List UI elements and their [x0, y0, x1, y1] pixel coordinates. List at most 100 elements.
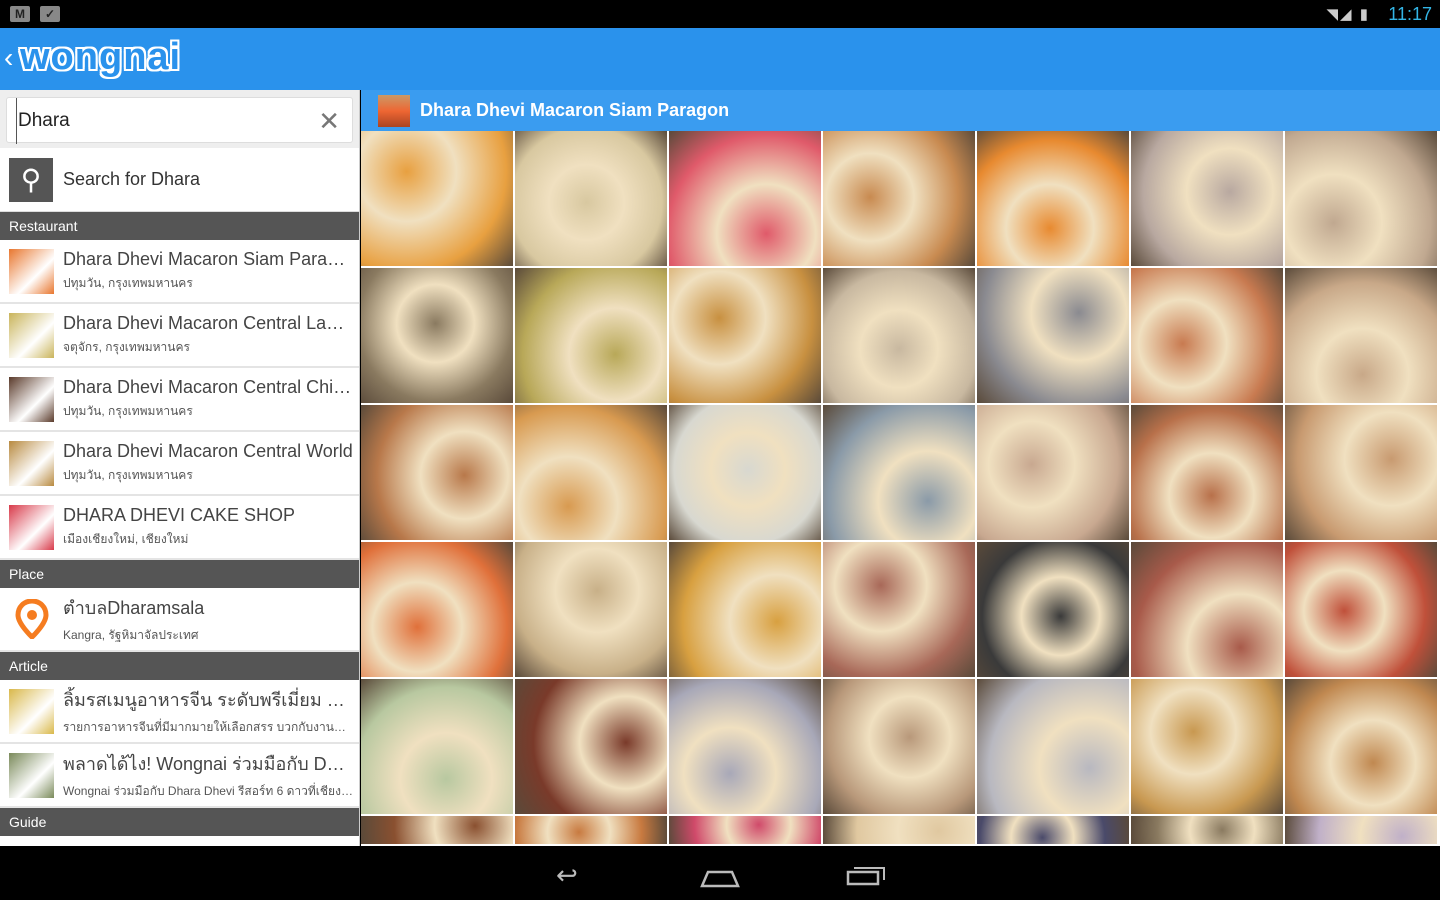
photo-thumbnail[interactable]	[1285, 679, 1437, 814]
photo-thumbnail[interactable]	[669, 268, 821, 403]
photo-thumbnail[interactable]	[515, 268, 667, 403]
section-header-guide: Guide	[0, 808, 359, 836]
item-thumbnail	[9, 688, 54, 734]
item-thumbnail	[9, 312, 54, 358]
clock: 11:17	[1388, 4, 1432, 24]
section-header-place: Place	[0, 560, 359, 588]
item-subtitle: รายการอาหารจีนที่มีมากมายให้เลือกสรร บวก…	[63, 720, 353, 734]
photo-thumbnail[interactable]	[361, 131, 513, 266]
restaurant-header[interactable]: Dhara Dhevi Macaron Siam Paragon	[361, 90, 1440, 131]
section-header-restaurant: Restaurant	[0, 212, 359, 240]
photo-thumbnail[interactable]	[361, 405, 513, 540]
gmail-icon: M	[10, 6, 30, 22]
photo-thumbnail[interactable]	[361, 542, 513, 677]
photo-thumbnail[interactable]	[977, 131, 1129, 266]
item-title: Dhara Dhevi Macaron Central Ladprao	[63, 313, 353, 333]
item-thumbnail	[9, 248, 54, 294]
photo-thumbnail[interactable]	[1131, 131, 1283, 266]
photo-thumbnail[interactable]	[823, 542, 975, 677]
photo-thumbnail[interactable]	[515, 131, 667, 266]
item-title: Dhara Dhevi Macaron Central Chidlom	[63, 377, 353, 397]
search-icon: ⚲	[9, 157, 53, 202]
list-item-article[interactable]: พลาดได้ไง! Wongnai ร่วมมือกับ Dhara Dhev…	[0, 744, 359, 808]
photo-thumbnail[interactable]	[1285, 542, 1437, 677]
search-panel: ✕ ⚲ Search for Dhara Restaurant Dhara Dh…	[0, 90, 360, 846]
navigation-bar: ↩	[0, 846, 1440, 900]
photo-thumbnail[interactable]	[669, 679, 821, 814]
photo-thumbnail[interactable]	[1131, 816, 1283, 844]
item-title: Dhara Dhevi Macaron Siam Paragon	[63, 249, 353, 269]
list-item-restaurant[interactable]: Dhara Dhevi Macaron Central World ปทุมวัน…	[0, 432, 359, 496]
app-bar: ‹ wongnai	[0, 28, 1440, 90]
restaurant-thumbnail	[378, 94, 410, 127]
photo-thumbnail[interactable]	[1285, 268, 1437, 403]
search-for-row[interactable]: ⚲ Search for Dhara	[0, 148, 359, 212]
photo-thumbnail[interactable]	[1285, 131, 1437, 266]
item-subtitle: จตุจักร, กรุงเทพมหานคร	[63, 340, 190, 354]
list-item-restaurant[interactable]: Dhara Dhevi Macaron Central Ladprao จตุจั…	[0, 304, 359, 368]
photo-thumbnail[interactable]	[1131, 268, 1283, 403]
photo-grid	[361, 131, 1440, 844]
photo-thumbnail[interactable]	[977, 816, 1129, 844]
photo-thumbnail[interactable]	[823, 131, 975, 266]
item-title: DHARA DHEVI CAKE SHOP	[63, 505, 296, 525]
photo-thumbnail[interactable]	[515, 405, 667, 540]
item-title: ลิ้มรสเมนูอาหารจีน ระดับพรีเมี่ยม ที่ Dh…	[63, 690, 353, 710]
list-item-restaurant[interactable]: Dhara Dhevi Macaron Central Chidlom ปทุมว…	[0, 368, 359, 432]
photo-thumbnail[interactable]	[1131, 679, 1283, 814]
photo-thumbnail[interactable]	[669, 405, 821, 540]
photo-thumbnail[interactable]	[823, 268, 975, 403]
photo-thumbnail[interactable]	[977, 268, 1129, 403]
signal-icon: ◥◢ ▮	[1326, 6, 1370, 23]
photo-thumbnail[interactable]	[1285, 405, 1437, 540]
photo-thumbnail[interactable]	[515, 679, 667, 814]
photo-thumbnail[interactable]	[977, 679, 1129, 814]
photo-thumbnail[interactable]	[361, 679, 513, 814]
photo-thumbnail[interactable]	[1131, 542, 1283, 677]
photo-thumbnail[interactable]	[669, 542, 821, 677]
item-subtitle: ปทุมวัน, กรุงเทพมหานคร	[63, 404, 193, 418]
photo-thumbnail[interactable]	[515, 816, 667, 844]
search-for-label: Search for Dhara	[63, 169, 201, 189]
place-title: ตำบลDharamsala	[63, 598, 205, 618]
home-icon[interactable]	[700, 864, 740, 895]
item-subtitle: เมืองเชียงใหม่, เชียงใหม่	[63, 532, 189, 546]
photo-thumbnail[interactable]	[361, 816, 513, 844]
restaurant-photos-panel: Dhara Dhevi Macaron Siam Paragon	[361, 90, 1440, 846]
photo-thumbnail[interactable]	[823, 405, 975, 540]
place-subtitle: Kangra, รัฐหิมาจัลประเทศ	[63, 628, 199, 642]
photo-thumbnail[interactable]	[823, 816, 975, 844]
item-subtitle: ปทุมวัน, กรุงเทพมหานคร	[63, 276, 193, 290]
photo-thumbnail[interactable]	[515, 542, 667, 677]
item-title: พลาดได้ไง! Wongnai ร่วมมือกับ Dhara Dhev…	[63, 754, 353, 774]
clear-icon[interactable]: ✕	[318, 106, 340, 137]
location-pin-icon	[9, 597, 54, 642]
photo-thumbnail[interactable]	[669, 816, 821, 844]
item-title: Dhara Dhevi Macaron Central World	[63, 441, 353, 461]
list-item-place[interactable]: ตำบลDharamsala Kangra, รัฐหิมาจัลประเทศ	[0, 588, 359, 652]
back-icon[interactable]: ↩	[556, 860, 578, 891]
wongnai-logo[interactable]: wongnai	[20, 36, 181, 79]
item-thumbnail	[9, 440, 54, 486]
recents-icon[interactable]	[846, 862, 886, 893]
item-thumbnail	[9, 376, 54, 422]
photo-thumbnail[interactable]	[823, 679, 975, 814]
photo-thumbnail[interactable]	[1285, 816, 1437, 844]
list-item-article[interactable]: ลิ้มรสเมนูอาหารจีน ระดับพรีเมี่ยม ที่ Dh…	[0, 680, 359, 744]
item-subtitle: ปทุมวัน, กรุงเทพมหานคร	[63, 468, 193, 482]
search-box: ✕	[6, 97, 353, 144]
restaurant-title: Dhara Dhevi Macaron Siam Paragon	[420, 100, 730, 120]
item-thumbnail	[9, 504, 54, 550]
list-item-restaurant[interactable]: Dhara Dhevi Macaron Siam Paragon ปทุมวัน,…	[0, 240, 359, 304]
photo-thumbnail[interactable]	[669, 131, 821, 266]
list-item-restaurant[interactable]: DHARA DHEVI CAKE SHOP เมืองเชียงใหม่, เชี…	[0, 496, 359, 560]
photo-thumbnail[interactable]	[361, 268, 513, 403]
status-bar: M ✓ ◥◢ ▮ 11:17	[0, 0, 1440, 28]
search-input[interactable]	[16, 98, 316, 144]
back-chevron-icon[interactable]: ‹	[4, 42, 13, 74]
photo-thumbnail[interactable]	[977, 542, 1129, 677]
photo-thumbnail[interactable]	[977, 405, 1129, 540]
store-icon: ✓	[40, 6, 60, 22]
item-thumbnail	[9, 752, 54, 798]
photo-thumbnail[interactable]	[1131, 405, 1283, 540]
